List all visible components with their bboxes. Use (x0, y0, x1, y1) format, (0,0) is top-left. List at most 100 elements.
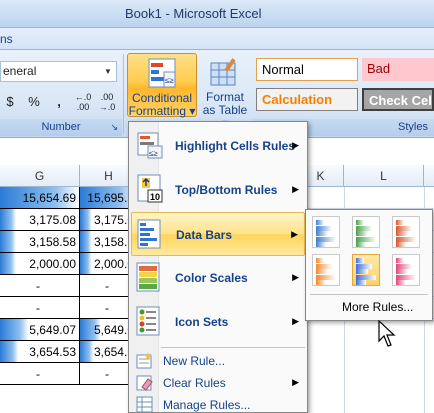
cell-g[interactable]: 3,175.08 (0, 209, 80, 231)
number-format-value: eneral (3, 64, 37, 78)
menu-item-manage-rules[interactable]: Manage Rules... (131, 394, 305, 413)
menu-item-data-bars[interactable]: Data Bars ▶ (131, 212, 305, 256)
data-bar-mark (356, 225, 372, 231)
cell-g[interactable]: 3,654.53 (0, 341, 80, 363)
data-bar-mark (316, 258, 324, 263)
menu-item-label: Icon Sets (175, 315, 229, 329)
submenu-arrow-icon: ▶ (292, 184, 299, 194)
percent-button[interactable]: % (22, 90, 46, 112)
title-bar: Book1 - Microsoft Excel (0, 0, 434, 28)
submenu-arrow-icon: ▶ (292, 377, 299, 387)
more-rules-link[interactable]: More Rules... (342, 300, 413, 314)
conditional-formatting-button[interactable]: ≤≥ Conditional Formatting ▾ (127, 53, 197, 118)
currency-button[interactable]: $ (0, 90, 20, 112)
column-header-g[interactable]: G (0, 165, 80, 187)
menu-item-top-bottom-rules[interactable]: 10 Top/Bottom Rules ▶ (131, 168, 305, 212)
data-bars-icon (137, 219, 161, 249)
style-calculation[interactable]: Calculation (256, 88, 358, 111)
style-bad[interactable]: Bad (362, 58, 434, 81)
cell-g[interactable]: - (0, 275, 80, 297)
data-bar-mark (316, 280, 326, 285)
data-bar-style-swatch[interactable] (312, 254, 340, 286)
data-bar-mark (396, 242, 406, 247)
mouse-pointer-icon (378, 320, 396, 347)
data-bar-mark (316, 263, 332, 269)
data-bar-mark (356, 269, 368, 274)
eraser-icon (136, 375, 153, 391)
ribbon-tab-strip: ns (0, 28, 434, 50)
currency-icon: $ (6, 94, 14, 109)
data-bar-mark (316, 236, 336, 242)
cell-g[interactable]: 2,000.00 (0, 253, 80, 275)
number-format-dropdown[interactable]: eneral ▼ (0, 61, 117, 82)
data-bar-mark (396, 269, 408, 274)
chevron-down-icon[interactable]: ▼ (102, 63, 114, 80)
increase-decimal-button[interactable]: ←.0 .00 (72, 90, 94, 112)
group-separator (123, 54, 124, 134)
cell-g[interactable]: - (0, 363, 80, 385)
data-bar-mark (316, 220, 324, 225)
data-bar-style-swatch[interactable] (392, 216, 420, 248)
comma-icon: , (57, 94, 61, 109)
data-bar-mark (356, 236, 376, 242)
data-bar-mark (316, 269, 328, 274)
data-bar-mark (396, 236, 416, 242)
increase-decimal-icon: ←.0 .00 (74, 92, 92, 112)
data-bar-style-swatch[interactable] (312, 216, 340, 248)
data-bar-mark (356, 263, 372, 269)
menu-item-icon-sets[interactable]: Icon Sets ▶ (131, 300, 305, 344)
comma-style-button[interactable]: , (48, 90, 70, 112)
cell-g[interactable]: - (0, 297, 80, 319)
format-as-table-icon (210, 58, 236, 86)
menu-item-label: Data Bars (176, 228, 233, 242)
data-bar-mark (396, 231, 408, 236)
data-bar-mark (356, 280, 366, 285)
menu-item-label: Clear Rules (163, 376, 226, 390)
submenu-separator (310, 294, 428, 295)
conditional-formatting-menu: ≤≥ Highlight Cells Rules ▶ 10 Top/Bottom… (128, 121, 308, 413)
cell-g[interactable]: 3,158.58 (0, 231, 80, 253)
menu-item-label: Color Scales (175, 271, 248, 285)
menu-item-label: Highlight Cells Rules (175, 139, 296, 153)
data-bar-mark (396, 225, 412, 231)
window-title: Book1 - Microsoft Excel (125, 6, 262, 21)
percent-icon: % (28, 94, 40, 109)
data-bar-mark (316, 242, 326, 247)
menu-item-clear-rules[interactable]: Clear Rules ▶ (131, 372, 305, 394)
color-scales-icon (136, 262, 160, 292)
data-bar-style-swatch[interactable] (352, 254, 380, 286)
data-bar-mark (316, 274, 336, 280)
menu-item-highlight-cells-rules[interactable]: ≤≥ Highlight Cells Rules ▶ (131, 124, 305, 168)
data-bar-style-swatch[interactable] (352, 216, 380, 248)
top-bottom-icon-number: 10 (150, 192, 161, 202)
number-group-label: Number ↘ (0, 119, 122, 136)
data-bar-mark (356, 258, 364, 263)
data-bar-mark (356, 231, 368, 236)
new-rule-icon (136, 352, 152, 369)
cell-g[interactable]: 5,649.07 (0, 319, 80, 341)
style-check-cell[interactable]: Check Cell (362, 88, 434, 111)
submenu-arrow-icon: ▶ (292, 316, 299, 326)
menu-item-label: Manage Rules... (163, 398, 251, 412)
data-bar-mark (396, 220, 404, 225)
conditional-formatting-label-2: Formatting ▾ (128, 104, 196, 118)
decrease-decimal-icon: .00 →.0 (98, 92, 116, 112)
decrease-decimal-button[interactable]: .00 →.0 (96, 90, 118, 112)
ribbon-tab-partial[interactable]: ns (0, 32, 13, 46)
svg-text:≤≥: ≤≥ (149, 149, 158, 158)
style-normal[interactable]: Normal (256, 58, 358, 81)
icon-sets-icon (136, 306, 160, 336)
format-as-table-button[interactable]: Format as Table ▾ (200, 53, 250, 130)
menu-item-color-scales[interactable]: Color Scales ▶ (131, 256, 305, 300)
submenu-arrow-icon: ▶ (292, 272, 299, 282)
data-bar-mark (356, 220, 364, 225)
menu-item-new-rule[interactable]: New Rule... (131, 350, 305, 372)
submenu-arrow-icon: ▶ (291, 229, 298, 239)
manage-rules-icon (136, 396, 153, 413)
data-bar-style-swatch[interactable] (392, 254, 420, 286)
dialog-launcher-icon[interactable]: ↘ (110, 119, 118, 136)
data-bar-mark (396, 274, 416, 280)
data-bar-mark (396, 280, 406, 285)
cell-g[interactable]: 15,654.69 (0, 187, 80, 209)
column-header-l[interactable]: L (344, 165, 424, 187)
